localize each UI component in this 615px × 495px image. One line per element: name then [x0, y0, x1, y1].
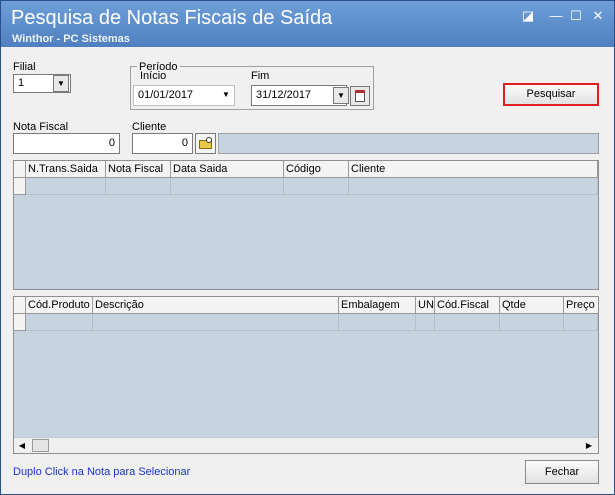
column-header[interactable]: Cliente — [349, 161, 598, 178]
column-header[interactable]: Data Saida — [171, 161, 284, 178]
scroll-thumb[interactable] — [32, 439, 49, 452]
inicio-label: Início — [140, 70, 167, 82]
table-row[interactable] — [171, 178, 284, 195]
window-title: Pesquisa de Notas Fiscais de Saída — [11, 7, 333, 29]
column-header[interactable]: UN — [416, 297, 435, 314]
cliente-label: Cliente — [132, 121, 167, 133]
search-folder-icon[interactable] — [195, 133, 216, 154]
pesquisar-label: Pesquisar — [526, 88, 576, 100]
restore-icon[interactable]: ◪ — [519, 7, 537, 25]
grid-corner — [14, 161, 26, 178]
horizontal-scrollbar[interactable]: ◀ ▶ — [14, 437, 598, 453]
table-row[interactable] — [106, 178, 171, 195]
table-row[interactable] — [26, 314, 93, 331]
filial-value: 1 — [18, 77, 25, 89]
row-indicator — [14, 314, 26, 331]
nota-fiscal-input[interactable]: 0 — [13, 133, 120, 154]
grid-corner — [14, 297, 26, 314]
table-row[interactable] — [284, 178, 349, 195]
cliente-name-field — [218, 133, 599, 154]
column-header[interactable]: Embalagem — [339, 297, 416, 314]
pesquisar-button[interactable]: Pesquisar — [503, 83, 599, 106]
column-header[interactable]: Qtde — [500, 297, 564, 314]
notas-grid[interactable]: N.Trans.Saida Nota Fiscal Data Saida Cód… — [13, 160, 599, 290]
calendar-icon[interactable] — [350, 86, 370, 106]
title-bar: Pesquisa de Notas Fiscais de Saída Winth… — [1, 1, 614, 47]
table-row[interactable] — [435, 314, 500, 331]
table-row[interactable] — [564, 314, 598, 331]
inicio-date-field[interactable]: 01/01/2017 — [133, 85, 235, 106]
filial-label: Filial — [13, 61, 36, 73]
column-header[interactable]: Cód.Fiscal — [435, 297, 500, 314]
table-row[interactable] — [349, 178, 598, 195]
chevron-down-icon[interactable]: ▼ — [222, 90, 230, 99]
fechar-label: Fechar — [544, 466, 580, 478]
maximize-icon[interactable]: ☐ — [567, 7, 585, 25]
window-subtitle: Winthor - PC Sistemas — [12, 33, 130, 45]
nota-fiscal-value: 0 — [108, 137, 115, 149]
inicio-value: 01/01/2017 — [138, 89, 194, 101]
chevron-down-icon[interactable]: ▼ — [53, 75, 69, 92]
table-row[interactable] — [339, 314, 416, 331]
table-row[interactable] — [26, 178, 106, 195]
scroll-left-icon[interactable]: ◀ — [16, 440, 28, 452]
column-header[interactable]: N.Trans.Saida — [26, 161, 106, 178]
nota-fiscal-label: Nota Fiscal — [13, 121, 69, 133]
cliente-value: 0 — [181, 137, 188, 149]
column-header[interactable]: Preço — [564, 297, 598, 314]
status-hint: Duplo Click na Nota para Selecionar — [13, 466, 191, 478]
fechar-button[interactable]: Fechar — [525, 460, 599, 484]
table-row[interactable] — [93, 314, 339, 331]
close-icon[interactable]: ✕ — [589, 7, 607, 25]
chevron-down-icon[interactable]: ▼ — [333, 87, 349, 104]
fim-value: 31/12/2017 — [256, 89, 312, 101]
column-header[interactable]: Cód.Produto — [26, 297, 93, 314]
table-row[interactable] — [500, 314, 564, 331]
column-header[interactable]: Código — [284, 161, 349, 178]
cliente-input[interactable]: 0 — [132, 133, 193, 154]
table-row[interactable] — [416, 314, 435, 331]
column-header[interactable]: Descrição — [93, 297, 339, 314]
fim-label: Fim — [251, 70, 270, 82]
window: Pesquisa de Notas Fiscais de Saída Winth… — [0, 0, 615, 495]
minimize-icon[interactable]: — — [547, 7, 565, 25]
scroll-right-icon[interactable]: ▶ — [583, 440, 595, 452]
column-header[interactable]: Nota Fiscal — [106, 161, 171, 178]
row-indicator — [14, 178, 26, 195]
itens-grid[interactable]: Cód.Produto Descrição Embalagem UN Cód.F… — [13, 296, 599, 454]
